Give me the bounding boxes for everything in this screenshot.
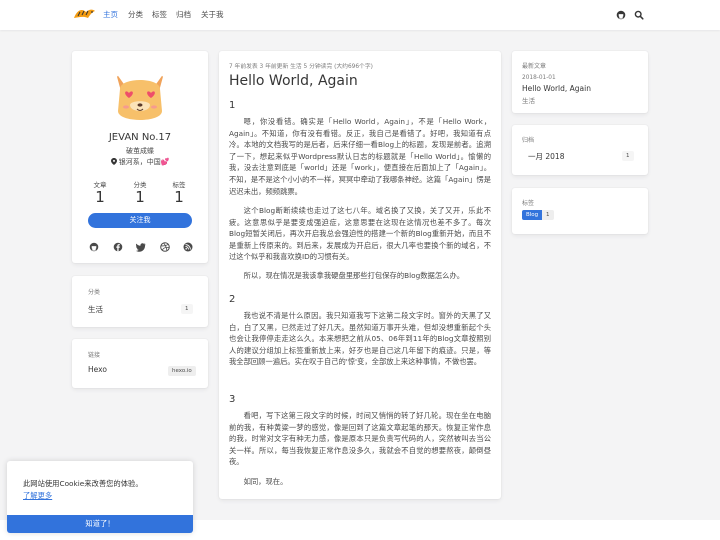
article-paragraph: 这个Blog断断续续也走过了这七八年。域名换了又换，关了又开，乐此不疲。这意思似… — [229, 206, 491, 262]
widget-title: 链接 — [88, 352, 101, 359]
profile-name: JEVAN No.17 — [108, 132, 172, 143]
avatar — [108, 67, 172, 131]
recent-posts-widget: 最新文章 2018-01-01 Hello World, Again 生活 — [512, 51, 648, 113]
link-item-label[interactable]: Hexo — [88, 365, 107, 374]
article-paragraph: 看吧，写下这第三段文字的时候，时间又悄悄的转了好几轮。现在坐在电脑前的我，有种黄… — [229, 411, 491, 467]
link-item-url: hexo.io — [168, 366, 196, 376]
section-heading: 3 — [229, 394, 236, 405]
tags-widget: 标签 Blog 1 — [512, 188, 648, 234]
section-heading: 1 — [229, 100, 236, 111]
search-icon[interactable] — [634, 10, 644, 20]
location-pin-icon — [110, 158, 117, 165]
profile-subtitle: 破茧成蝶 — [126, 147, 154, 155]
nav-home[interactable]: 主页 — [103, 9, 118, 20]
article-paragraph: 所以，现在情况是我该拿我硬盘里那些打包保存的Blog数据怎么办。 — [243, 271, 465, 280]
rss-icon[interactable] — [183, 242, 193, 252]
cookie-banner: 此网站使用Cookie来改善您的体验。 了解更多 知道了！ — [7, 461, 193, 533]
recent-post-category[interactable]: 生活 — [522, 95, 535, 105]
category-item-label[interactable]: 生活 — [88, 304, 103, 315]
twitter-icon[interactable] — [136, 242, 146, 252]
stat-value-posts[interactable]: 1 — [80, 188, 120, 206]
logo-icon[interactable] — [72, 6, 96, 22]
location-text: 银河系，中国💕 — [118, 158, 170, 166]
nav-about[interactable]: 关于我 — [201, 9, 224, 20]
dribbble-icon[interactable] — [160, 242, 170, 252]
article-paragraph: 嗯，你没看错。确实是「Hello World，Again」，不是「Hello W… — [229, 117, 491, 196]
cookie-learn-more-link[interactable]: 了解更多 — [23, 491, 52, 501]
widget-title: 归档 — [522, 137, 535, 144]
widget-title: 标签 — [522, 200, 535, 207]
follow-button[interactable]: 关注我 — [88, 213, 192, 228]
archive-item-label[interactable]: 一月 2018 — [528, 151, 564, 162]
nav-archives[interactable]: 归档 — [176, 9, 191, 20]
widget-title: 最新文章 — [522, 63, 547, 70]
avatar-image — [116, 73, 164, 120]
cookie-accept-button[interactable]: 知道了！ — [7, 515, 193, 533]
navbar: 主页 分类 标签 归档 关于我 — [0, 0, 720, 30]
nav-categories[interactable]: 分类 — [128, 9, 143, 20]
profile-location: 银河系，中国💕 — [72, 157, 208, 167]
article-meta: 7 年前发表 3 年前更新 生活 5 分钟读完 (大约696个字) — [229, 64, 373, 70]
recent-post-title[interactable]: Hello World, Again — [522, 84, 591, 93]
tag-item-count: 1 — [542, 210, 554, 220]
profile-card: JEVAN No.17 破茧成蝶 银河系，中国💕 文章 1 分类 1 标签 1 … — [72, 51, 208, 263]
category-item-count: 1 — [181, 304, 193, 314]
facebook-icon[interactable] — [113, 242, 123, 252]
stat-value-categories[interactable]: 1 — [120, 188, 160, 206]
article-card: 7 年前发表 3 年前更新 生活 5 分钟读完 (大约696个字) Hello … — [219, 51, 501, 499]
article-paragraph: 如同，现在。 — [243, 477, 288, 486]
recent-post-date: 2018-01-01 — [522, 75, 556, 81]
github-icon[interactable] — [89, 242, 99, 252]
article-paragraph: 我也说不清是什么原因。我只知道我写下这第二段文字时。窗外的天黑了又白，白了又黑，… — [229, 311, 491, 367]
section-heading: 2 — [229, 294, 236, 305]
nav-tags[interactable]: 标签 — [152, 9, 167, 20]
stat-value-tags[interactable]: 1 — [159, 188, 199, 206]
github-icon[interactable] — [616, 10, 626, 20]
links-widget: 链接 Hexo hexo.io — [72, 339, 208, 388]
archives-widget: 归档 一月 2018 1 — [512, 125, 648, 175]
widget-title: 分类 — [88, 289, 101, 296]
article-title: Hello World, Again — [229, 73, 358, 89]
categories-widget: 分类 生活 1 — [72, 276, 208, 327]
cookie-message: 此网站使用Cookie来改善您的体验。 — [23, 479, 143, 488]
archive-item-count: 1 — [622, 151, 634, 161]
tag-item-label[interactable]: Blog — [522, 210, 543, 220]
